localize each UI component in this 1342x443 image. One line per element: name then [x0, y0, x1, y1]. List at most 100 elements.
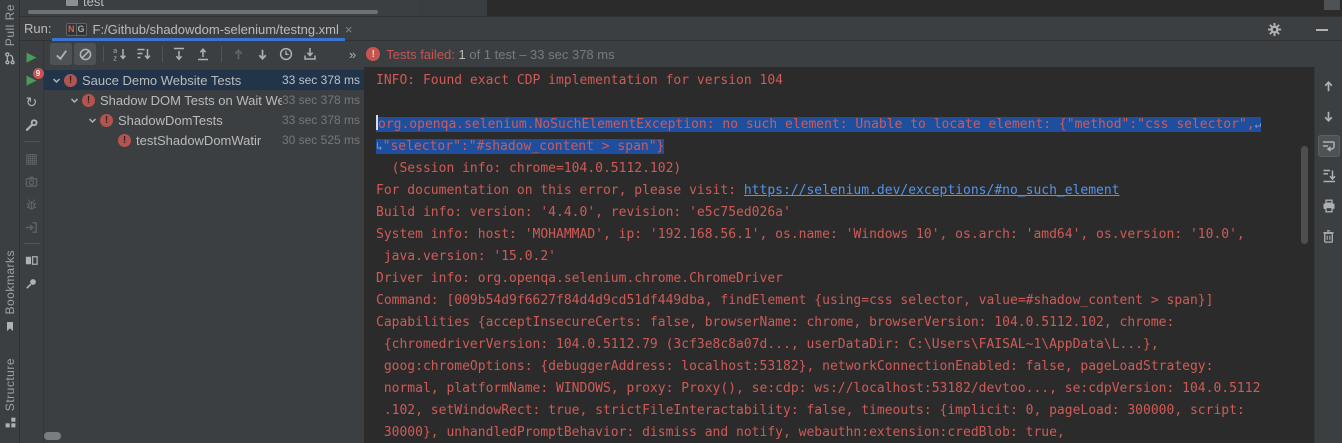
test-error-icon: ! [64, 74, 77, 87]
import-test-results-button[interactable] [299, 43, 321, 65]
run-tab-title: F:/Github/shadowdom-selenium/testng.xml [93, 22, 339, 37]
settings-gear-icon[interactable] [1267, 22, 1282, 42]
tree-row-suite[interactable]: ! Sauce Demo Website Tests 33 sec 378 ms [44, 70, 364, 90]
sort-alphabetically-button[interactable]: a z [109, 43, 131, 65]
toolbar-separator [103, 46, 104, 62]
print-button[interactable] [1318, 195, 1340, 217]
pull-requests-label: Pull Re [3, 4, 17, 46]
editor-scrollbar-corner [1324, 0, 1340, 10]
tree-row-test-method[interactable]: ! testShadowDomWatir 30 sec 525 ms [44, 130, 364, 150]
scroll-to-end-button[interactable] [1318, 165, 1340, 187]
toolbar-separator [24, 141, 40, 142]
rerun-failed-tests-button[interactable]: ▶ 9 [21, 68, 43, 90]
test-error-icon: ! [82, 94, 95, 107]
test-history-clock-icon[interactable] [275, 43, 297, 65]
console-line-with-link: For documentation on this error, please … [376, 180, 1314, 202]
console-right-toolbar [1314, 67, 1342, 443]
console-line: goog:chromeOptions: {debuggerAddress: lo… [376, 356, 1314, 378]
chevron-down-icon[interactable] [86, 114, 98, 126]
console-line: Command: [009b54d9f6627f84d4d9cd51df449d… [376, 290, 1314, 312]
editor-background-sliver [487, 0, 1342, 17]
console-line: java.version: '15.0.2' [376, 246, 1314, 268]
project-horizontal-scrollbar[interactable] [28, 10, 378, 14]
rerun-button[interactable]: ▶ [21, 45, 43, 67]
clear-console-trash-button[interactable] [1318, 225, 1340, 247]
test-error-icon: ! [100, 114, 113, 127]
test-filter-icon[interactable]: ▦ [21, 147, 43, 169]
console-line: .102, setWindowRect: true, strictFileInt… [376, 400, 1314, 422]
scroll-up-button[interactable] [1318, 75, 1340, 97]
structure-label: Structure [3, 358, 17, 411]
show-passed-button[interactable] [50, 43, 72, 65]
collapse-all-button[interactable] [192, 43, 214, 65]
console-line: INFO: Found exact CDP implementation for… [376, 70, 1314, 92]
structure-icon [4, 416, 17, 434]
scroll-down-button[interactable] [1318, 105, 1340, 127]
more-actions-chevrons[interactable]: » [349, 47, 356, 62]
test-status-line: ! Tests failed: 1 of 1 test – 33 sec 378… [366, 47, 614, 62]
editor-gutter-sliver [418, 0, 487, 17]
testng-icon: NG [66, 23, 87, 36]
tree-item-label: test [83, 0, 104, 9]
status-summary: of 1 test – 33 sec 378 ms [466, 47, 615, 62]
expand-all-button[interactable] [168, 43, 190, 65]
bookmarks-label: Bookmarks [3, 250, 17, 315]
console-vertical-scrollbar[interactable] [1301, 146, 1308, 244]
bookmark-icon [4, 320, 16, 338]
soft-wrap-toggle-button[interactable] [1318, 135, 1340, 157]
console-line: normal, platformName: WINDOWS, proxy: Pr… [376, 378, 1314, 400]
tree-row-test-group[interactable]: ! Shadow DOM Tests on Wait Websit 33 sec… [44, 90, 364, 110]
next-failed-test-button[interactable] [251, 43, 273, 65]
toolwindow-button-structure[interactable]: Structure [0, 358, 20, 434]
status-failed-text: Tests failed: [386, 47, 455, 62]
run-tool-window: Pull Re Bookmarks Structure [0, 0, 1342, 443]
hide-tool-window-icon[interactable] [1316, 29, 1328, 31]
console-line: {chromedriverVersion: 104.0.5112.79 (3cf… [376, 334, 1314, 356]
customize-wrench-icon[interactable] [21, 114, 43, 136]
console-line: Driver info: org.openqa.selenium.chrome.… [376, 268, 1314, 290]
tree-horizontal-scrollbar[interactable] [44, 432, 61, 440]
tree-row-label: Shadow DOM Tests on Wait Websit [100, 93, 282, 108]
failed-count-badge: 9 [33, 68, 44, 79]
toolwindow-button-pull-requests[interactable]: Pull Re [0, 4, 20, 70]
show-ignored-button[interactable] [74, 43, 96, 65]
pin-tab-icon[interactable] [21, 272, 43, 294]
console-line: Capabilities {acceptInsecureCerts: false… [376, 312, 1314, 334]
status-count: 1 [455, 47, 466, 62]
documentation-link[interactable]: https://selenium.dev/exceptions/#no_such… [744, 183, 1120, 198]
toolwindow-button-bookmarks[interactable]: Bookmarks [0, 250, 20, 338]
tool-window-stripe: Pull Re Bookmarks Structure [0, 0, 20, 443]
console-line: System info: host: 'MOHAMMAD', ip: '192.… [376, 224, 1314, 246]
toggle-auto-test-button[interactable]: ↻ [21, 91, 43, 113]
rerun-with-coverage-bug-icon[interactable] [21, 193, 43, 215]
screenshot-camera-icon[interactable] [21, 170, 43, 192]
tree-row-label: Sauce Demo Website Tests [82, 73, 241, 88]
soft-wrap-end-icon: ↵ [1255, 118, 1262, 131]
toolbar-separator [162, 46, 163, 62]
soft-wrap-start-icon: ↳ [376, 140, 383, 153]
tree-row-time: 30 sec 525 ms [282, 133, 364, 147]
close-tab-icon[interactable]: × [345, 23, 353, 36]
attach-process-icon[interactable] [21, 216, 43, 238]
chevron-down-icon[interactable] [50, 74, 62, 86]
tree-row-test-class[interactable]: ! ShadowDomTests 33 sec 378 ms [44, 110, 364, 130]
layout-settings-icon[interactable] [21, 249, 43, 271]
project-tree-item-test[interactable]: test [66, 0, 104, 9]
test-results-toolbar: a z [44, 41, 1342, 67]
console-line-selected: org.openqa.selenium.NoSuchElementExcepti… [376, 114, 1314, 136]
console-line: Build info: version: '4.4.0', revision: … [376, 202, 1314, 224]
run-left-toolbar: ▶ ▶ 9 ↻ ▦ [20, 41, 44, 443]
tree-row-label: ShadowDomTests [118, 113, 223, 128]
tree-row-time: 33 sec 378 ms [282, 73, 364, 87]
pull-request-icon [3, 51, 17, 70]
chevron-down-icon[interactable] [68, 94, 80, 106]
console-line: 30000}, unhandledPromptBehavior: dismiss… [376, 422, 1314, 443]
previous-failed-test-button[interactable] [227, 43, 249, 65]
svg-text:z: z [113, 55, 117, 63]
test-tree: ! Sauce Demo Website Tests 33 sec 378 ms… [44, 67, 364, 443]
folder-icon [66, 0, 78, 6]
toolbar-separator [221, 46, 222, 62]
console-output[interactable]: INFO: Found exact CDP implementation for… [364, 67, 1314, 443]
sort-by-duration-button[interactable] [133, 43, 155, 65]
tests-failed-balloon-icon: ! [366, 47, 380, 61]
